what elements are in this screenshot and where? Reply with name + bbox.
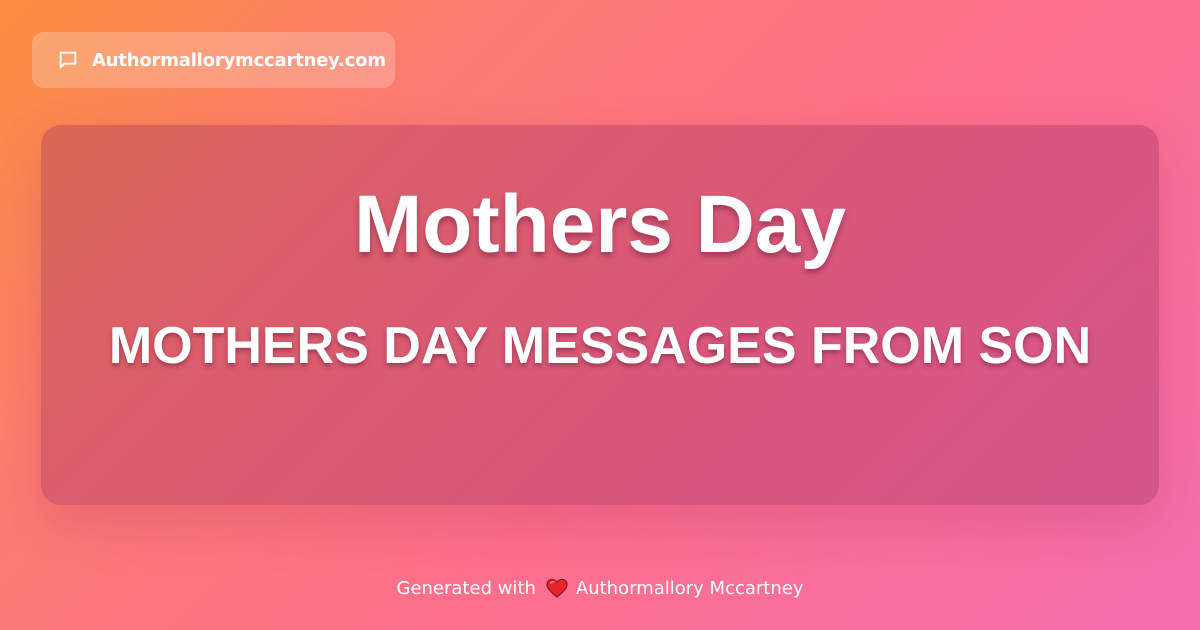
site-name: Authormallorymccartney.com <box>92 49 386 71</box>
footer-author[interactable]: Authormallory Mccartney <box>576 578 804 599</box>
page-title: Mothers Day <box>353 179 847 270</box>
footer-prefix: Generated with <box>396 577 536 599</box>
page-subtitle: MOTHERS DAY MESSAGES FROM SON <box>108 317 1092 375</box>
heart-icon <box>545 576 569 600</box>
title-card: Mothers Day MOTHERS DAY MESSAGES FROM SO… <box>41 125 1159 505</box>
chat-bubble-icon <box>56 48 80 72</box>
footer: Generated with Authormallory Mccartney <box>0 574 1200 602</box>
site-badge[interactable]: Authormallorymccartney.com <box>32 32 395 88</box>
